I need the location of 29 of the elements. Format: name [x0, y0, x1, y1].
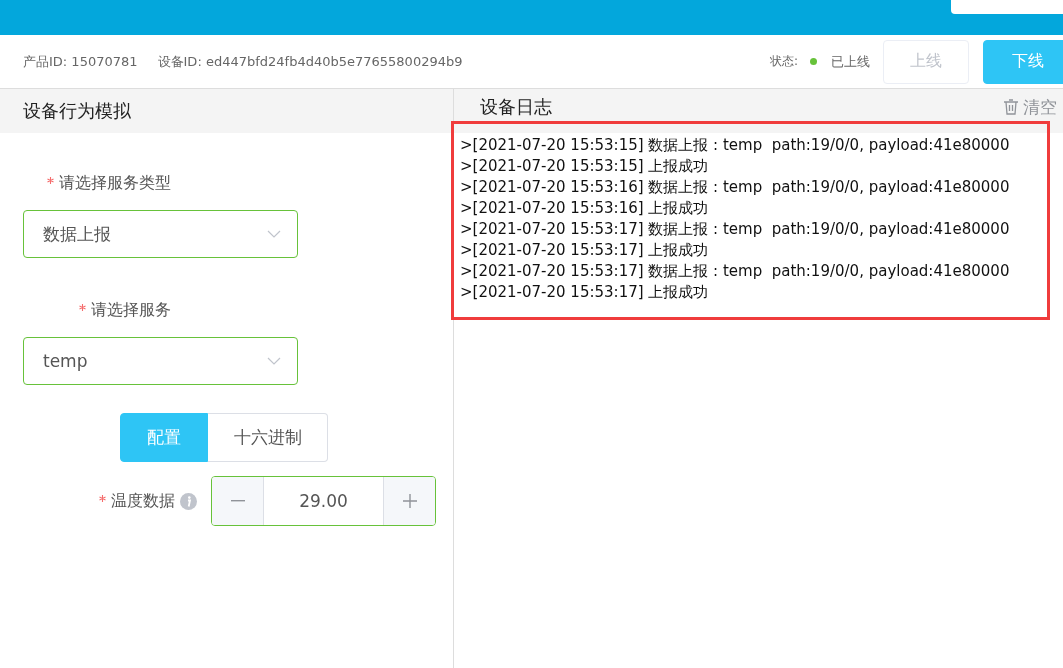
select-field[interactable]: temp	[23, 337, 298, 385]
status-text: 已上线	[831, 52, 870, 71]
log-line: >[2021-07-20 15:53:17] 数据上报 : temp path:19/0/0, payload:41e80000	[460, 219, 1011, 240]
decrement-button[interactable]	[212, 477, 264, 525]
segment-tab[interactable]: 十六进制	[208, 413, 328, 462]
number-input[interactable]: 29.00	[211, 476, 436, 526]
chevron-down-icon	[267, 357, 281, 365]
log-line: >[2021-07-20 15:53:17] 上报成功	[460, 282, 710, 303]
chevron-down-icon	[267, 230, 281, 238]
field-label: 温度数据	[111, 490, 175, 512]
field-label: 请选择服务类型	[59, 173, 171, 194]
select-field[interactable]: 数据上报	[23, 210, 298, 258]
panel-title: 设备日志	[480, 95, 552, 119]
increment-button[interactable]	[383, 477, 435, 525]
log-line: >[2021-07-20 15:53:15] 上报成功	[460, 156, 710, 177]
status-label: 状态:	[769, 53, 798, 70]
log-line: >[2021-07-20 15:53:17] 上报成功	[460, 240, 710, 261]
panel-title: 设备行为模拟	[23, 99, 131, 123]
log-line: >[2021-07-20 15:53:17] 数据上报 : temp path:19/0/0, payload:41e80000	[460, 261, 1011, 282]
trash-icon	[1004, 99, 1018, 115]
info-icon[interactable]	[180, 492, 197, 510]
field-label: 请选择服务	[91, 300, 171, 321]
log-line: >[2021-07-20 15:53:16] 数据上报 : temp path:19/0/0, payload:41e80000	[460, 177, 1011, 198]
product-id: 产品ID: 15070781	[23, 52, 138, 71]
log-line: >[2021-07-20 15:53:15] 数据上报 : temp path:19/0/0, payload:41e80000	[460, 135, 1011, 156]
log-line: >[2021-07-20 15:53:16] 上报成功	[460, 198, 710, 219]
minus-icon	[230, 500, 245, 502]
device-id: 设备ID: ed447bfd24fb4d40b5e77655800294b9	[157, 52, 463, 71]
plus-icon	[402, 494, 417, 508]
